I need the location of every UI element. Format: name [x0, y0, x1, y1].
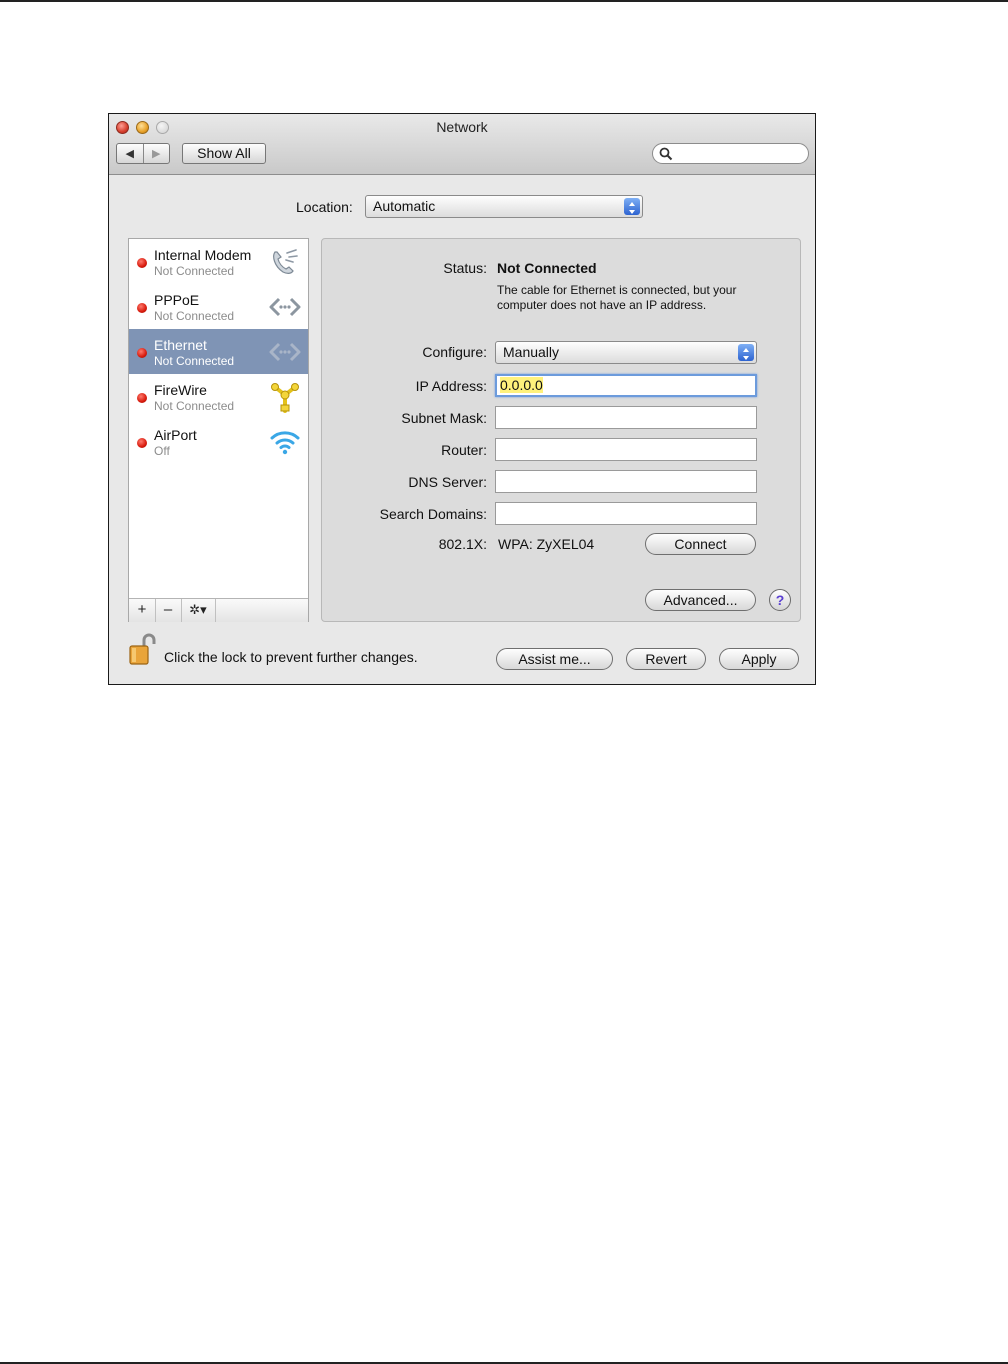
page-top-rule [0, 0, 1008, 2]
dot1x-label: 802.1X: [438, 536, 487, 552]
network-preferences-window: Network ◀ ▶ Show All Location: Automatic… [108, 113, 816, 685]
location-value: Automatic [373, 198, 436, 214]
popup-arrows-icon [738, 344, 754, 361]
service-item-ethernet[interactable]: Ethernet Not Connected [129, 329, 308, 374]
connect-button[interactable]: Connect [645, 533, 756, 555]
subnet-mask-field[interactable] [495, 406, 757, 429]
lock-icon[interactable] [128, 633, 158, 667]
router-label: Router: [441, 442, 487, 458]
configure-popup[interactable]: Manually [495, 341, 757, 364]
dns-server-field[interactable] [495, 470, 757, 493]
gear-action-button[interactable]: ✲▾ [181, 599, 216, 622]
apply-button[interactable]: Apply [719, 648, 799, 670]
back-button[interactable]: ◀ [117, 144, 144, 163]
service-status: Not Connected [154, 264, 235, 278]
ip-address-label: IP Address: [415, 378, 487, 394]
status-label: Status: [443, 260, 487, 276]
status-value: Not Connected [497, 260, 597, 276]
configure-value: Manually [503, 344, 560, 360]
service-item-internal-modem[interactable]: Internal Modem Not Connected [129, 239, 308, 284]
status-dot-icon [137, 348, 147, 358]
revert-button[interactable]: Revert [626, 648, 706, 670]
router-field[interactable] [495, 438, 757, 461]
phone-icon [273, 249, 298, 274]
title-bar: Network ◀ ▶ Show All [109, 114, 815, 175]
service-list: Internal Modem Not Connected PPPoE Not C… [128, 238, 309, 622]
service-name: FireWire [154, 382, 207, 398]
wifi-icon [270, 431, 300, 455]
status-dot-icon [137, 438, 147, 448]
search-icon [659, 147, 673, 161]
ethernet-icon [269, 342, 301, 362]
service-item-pppoe[interactable]: PPPoE Not Connected [129, 284, 308, 329]
lock-text: Click the lock to prevent further change… [164, 649, 418, 665]
add-service-button[interactable]: + [129, 599, 156, 622]
service-item-airport[interactable]: AirPort Off [129, 419, 308, 464]
firewire-icon [271, 383, 299, 413]
service-item-firewire[interactable]: FireWire Not Connected [129, 374, 308, 419]
back-forward-control: ◀ ▶ [116, 143, 170, 164]
help-button[interactable]: ? [769, 589, 791, 611]
dns-server-label: DNS Server: [408, 474, 487, 490]
status-message: The cable for Ethernet is connected, but… [497, 283, 737, 312]
search-domains-label: Search Domains: [379, 506, 487, 522]
service-status: Off [154, 444, 170, 458]
popup-arrows-icon [624, 198, 640, 215]
search-domains-field[interactable] [495, 502, 757, 525]
configure-label: Configure: [422, 344, 487, 360]
assist-me-button[interactable]: Assist me... [496, 648, 613, 670]
search-input[interactable] [652, 143, 809, 164]
ip-address-field[interactable]: 0.0.0.0 [495, 374, 757, 397]
service-name: AirPort [154, 427, 197, 443]
status-dot-icon [137, 258, 147, 268]
service-status: Not Connected [154, 309, 235, 323]
forward-button[interactable]: ▶ [144, 144, 170, 163]
subnet-mask-label: Subnet Mask: [401, 410, 487, 426]
ethernet-icon [269, 297, 301, 317]
service-detail-panel: Status: Not Connected The cable for Ethe… [321, 238, 801, 622]
service-name: Internal Modem [154, 247, 252, 263]
location-popup[interactable]: Automatic [365, 195, 643, 218]
service-list-toolbar: + – ✲▾ [129, 598, 308, 622]
status-dot-icon [137, 303, 147, 313]
service-name: PPPoE [154, 292, 200, 308]
service-status: Not Connected [154, 354, 235, 368]
dot1x-value: WPA: ZyXEL04 [498, 536, 595, 552]
service-status: Not Connected [154, 399, 235, 413]
service-name: Ethernet [154, 337, 207, 353]
show-all-button[interactable]: Show All [182, 143, 266, 164]
location-label: Location: [296, 199, 353, 215]
remove-service-button[interactable]: – [155, 599, 182, 622]
status-dot-icon [137, 393, 147, 403]
advanced-button[interactable]: Advanced... [645, 589, 756, 611]
ip-address-value: 0.0.0.0 [500, 377, 543, 393]
window-title: Network [436, 119, 488, 135]
